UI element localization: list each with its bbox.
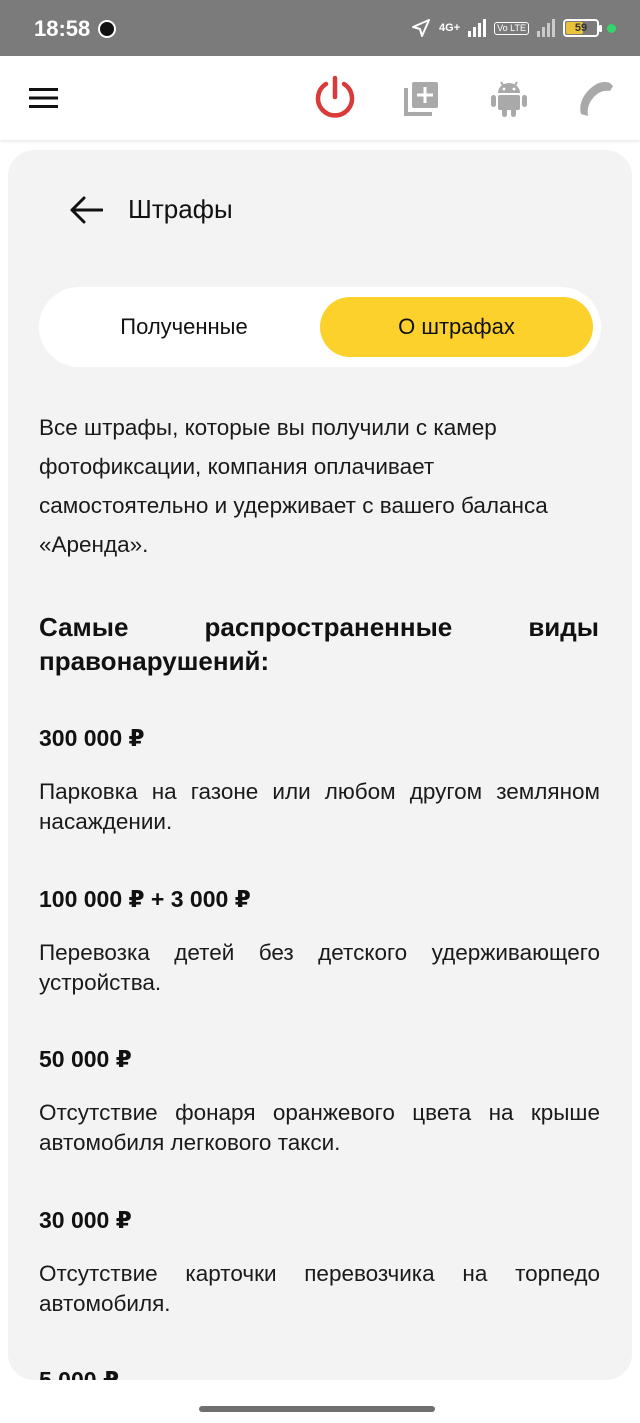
status-time: 18:58 — [34, 16, 91, 41]
volte-badge: Vo LTE — [494, 21, 529, 35]
intro-text: Все штрафы, которые вы получили с камер … — [39, 415, 548, 557]
back-button[interactable] — [62, 190, 110, 230]
add-box-icon — [404, 82, 438, 116]
fine-amount: 50 000 ₽ — [39, 1046, 132, 1072]
fine-item: 30 000 ₽ Отсутствие карточки перевозчика… — [39, 1205, 600, 1319]
status-bar: 18:58 4G+ Vo LTE 59 — [0, 0, 640, 56]
fine-item: 50 000 ₽ Отсутствие фонаря оранжевого цв… — [39, 1044, 600, 1158]
android-button[interactable] — [485, 74, 533, 122]
fine-item: 5 000 ₽ — [39, 1365, 600, 1380]
signal-strength-sim2-icon — [537, 19, 555, 37]
location-arrow-icon — [412, 19, 431, 37]
privacy-indicator-icon — [607, 23, 616, 33]
recording-indicator-icon — [98, 20, 116, 38]
menu-icon — [29, 88, 58, 108]
power-button[interactable] — [311, 74, 359, 122]
battery-percent: 59 — [574, 22, 588, 34]
call-button[interactable] — [572, 74, 620, 122]
fine-amount: 300 000 ₽ — [39, 725, 145, 751]
fine-description: Парковка на газоне или любом другом земл… — [39, 779, 600, 834]
power-icon — [315, 75, 355, 118]
signal-strength-icon — [468, 19, 487, 37]
phone-icon — [580, 82, 613, 116]
fine-description: Отсутствие фонаря оранжевого цвета на кр… — [39, 1100, 600, 1155]
fine-amount: 100 000 ₽ + 3 000 ₽ — [39, 886, 251, 912]
home-indicator[interactable] — [199, 1406, 435, 1412]
fine-amount: 30 000 ₽ — [39, 1207, 132, 1233]
fine-item: 100 000 ₽ + 3 000 ₽ Перевозка детей без … — [39, 884, 600, 998]
fine-description: Отсутствие карточки перевозчика на торпе… — [39, 1261, 600, 1316]
status-icons: 4G+ Vo LTE 59 — [411, 12, 616, 44]
app-toolbar — [0, 56, 640, 140]
fine-item: 300 000 ₽ Парковка на газоне или любом д… — [39, 723, 600, 837]
page-title: Штрафы — [128, 194, 233, 224]
tab-about-fines[interactable]: О штрафах — [320, 297, 593, 357]
content-card: Штрафы Полученные О штрафах Все штрафы, … — [8, 150, 632, 1380]
fine-amount: 5 000 ₽ — [39, 1367, 119, 1380]
tabs-segmented-control: Полученные О штрафах — [39, 287, 601, 367]
android-icon — [491, 81, 527, 117]
add-button[interactable] — [398, 74, 446, 122]
menu-button[interactable] — [20, 74, 68, 122]
battery-icon: 59 — [563, 19, 602, 37]
network-type-label: 4G+ — [439, 21, 461, 34]
tab-received[interactable]: Полученные — [53, 297, 315, 357]
section-title: Самые распространенные виды правонарушен… — [39, 612, 599, 676]
arrow-left-icon — [70, 196, 103, 224]
fine-description: Перевозка детей без детского удерживающе… — [39, 940, 600, 995]
